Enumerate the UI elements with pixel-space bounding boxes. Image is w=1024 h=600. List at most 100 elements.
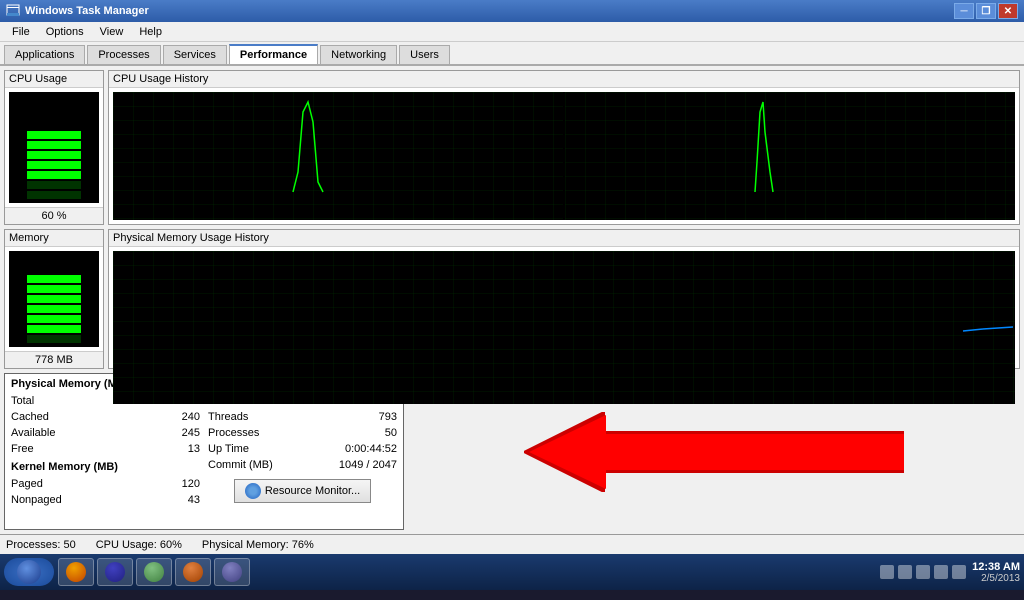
kernel-nonpaged-value: 43	[188, 492, 200, 508]
restore-button[interactable]: ❐	[976, 3, 996, 19]
system-processes-label: Processes	[208, 425, 259, 441]
kernel-memory-title: Kernel Memory (MB)	[11, 461, 200, 473]
system-threads-value: 793	[379, 409, 397, 425]
taskbar-ub[interactable]	[97, 558, 133, 586]
media-icon	[222, 562, 242, 582]
cpu-seg-1	[27, 191, 81, 199]
cpu-seg-4	[27, 161, 81, 169]
taskbar-paint[interactable]	[175, 558, 211, 586]
taskbar-firefox[interactable]	[58, 558, 94, 586]
clock-date: 2/5/2013	[972, 573, 1020, 584]
cpu-seg-5	[27, 151, 81, 159]
cpu-graph-left	[113, 92, 563, 220]
phys-free-label: Free	[11, 441, 34, 457]
red-arrow-svg	[524, 412, 904, 492]
tray-speaker-icon[interactable]	[934, 565, 948, 579]
cpu-seg-2	[27, 181, 81, 189]
mem-seg-3	[27, 315, 81, 323]
tab-applications[interactable]: Applications	[4, 45, 85, 64]
resource-monitor-icon	[245, 483, 261, 499]
system-threads-row: Threads 793	[208, 409, 397, 425]
cpu-grid-left-svg	[113, 92, 563, 220]
phys-free-row: Free 13	[11, 441, 200, 457]
tab-services[interactable]: Services	[163, 45, 227, 64]
cpu-percent-label: 60 %	[5, 207, 103, 224]
cpu-history-title: CPU Usage History	[109, 71, 1019, 88]
cpu-gauge-title: CPU Usage	[5, 71, 103, 88]
mem-seg-2	[27, 325, 81, 333]
phys-available-row: Available 245	[11, 425, 200, 441]
taskbar-media[interactable]	[214, 558, 250, 586]
phys-cached-value: 240	[182, 409, 200, 425]
memory-gauge-title: Memory	[5, 230, 103, 247]
desktop-icon	[144, 562, 164, 582]
memory-history-panel: Physical Memory Usage History	[108, 229, 1020, 369]
cpu-graph-right	[565, 92, 1015, 220]
cpu-grid-right-svg	[565, 92, 1015, 220]
cpu-seg-6	[27, 141, 81, 149]
kernel-nonpaged-row: Nonpaged 43	[11, 492, 200, 508]
resource-monitor-area: Resource Monitor...	[208, 479, 397, 503]
tab-networking[interactable]: Networking	[320, 45, 397, 64]
phys-free-value: 13	[188, 441, 200, 457]
tab-processes[interactable]: Processes	[87, 45, 160, 64]
memory-bar-segments	[27, 275, 81, 343]
memory-gauge-panel: Memory 778 MB	[4, 229, 104, 369]
menu-options[interactable]: Options	[38, 24, 92, 40]
system-processes-row: Processes 50	[208, 425, 397, 441]
clock-time: 12:38 AM	[972, 561, 1020, 573]
arrow-annotation-area	[408, 373, 1020, 530]
main-content: CPU Usage 60 % CPU Usage History	[0, 66, 1024, 534]
cpu-row: CPU Usage 60 % CPU Usage History	[4, 70, 1020, 225]
system-processes-value: 50	[385, 425, 397, 441]
clock-area: 12:38 AM 2/5/2013	[972, 561, 1020, 584]
resource-monitor-button[interactable]: Resource Monitor...	[234, 479, 371, 503]
memory-history-title: Physical Memory Usage History	[109, 230, 1019, 247]
system-commit-label: Commit (MB)	[208, 457, 273, 473]
menu-view[interactable]: View	[92, 24, 132, 40]
kernel-nonpaged-label: Nonpaged	[11, 492, 62, 508]
title-bar: Windows Task Manager ─ ❐ ✕	[0, 0, 1024, 22]
system-uptime-row: Up Time 0:00:44:52	[208, 441, 397, 457]
tray-network2-icon[interactable]	[952, 565, 966, 579]
taskbar-desktop[interactable]	[136, 558, 172, 586]
menu-file[interactable]: File	[4, 24, 38, 40]
tray-battery-icon[interactable]	[916, 565, 930, 579]
cpu-seg-3	[27, 171, 81, 179]
paint-icon	[183, 562, 203, 582]
status-bar: Processes: 50 CPU Usage: 60% Physical Me…	[0, 534, 1024, 554]
memory-mb-label: 778 MB	[5, 351, 103, 368]
memory-gauge-graph	[9, 251, 99, 347]
status-processes: Processes: 50	[6, 539, 96, 551]
tab-users[interactable]: Users	[399, 45, 450, 64]
minimize-button[interactable]: ─	[954, 3, 974, 19]
system-threads-label: Threads	[208, 409, 248, 425]
memory-row: Memory 778 MB Physical Memory Usage Hist…	[4, 229, 1020, 369]
cpu-history-panel: CPU Usage History	[108, 70, 1020, 225]
cpu-gauge-graph	[9, 92, 99, 203]
kernel-paged-row: Paged 120	[11, 476, 200, 492]
tab-performance[interactable]: Performance	[229, 44, 318, 64]
mem-seg-7	[27, 275, 81, 283]
cpu-history-graph	[113, 92, 1015, 220]
phys-total-label: Total	[11, 393, 34, 409]
ub-icon	[105, 562, 125, 582]
phys-available-label: Available	[11, 425, 55, 441]
tray-icons	[880, 565, 966, 579]
close-button[interactable]: ✕	[998, 3, 1018, 19]
cpu-gauge-panel: CPU Usage 60 %	[4, 70, 104, 225]
tray-volume-icon[interactable]	[898, 565, 912, 579]
tray-network-icon[interactable]	[880, 565, 894, 579]
menu-bar: File Options View Help	[0, 22, 1024, 42]
system-commit-value: 1049 / 2047	[339, 457, 397, 473]
app-title: Windows Task Manager	[25, 5, 149, 17]
mem-seg-6	[27, 285, 81, 293]
window-controls[interactable]: ─ ❐ ✕	[954, 3, 1018, 19]
firefox-icon	[66, 562, 86, 582]
menu-help[interactable]: Help	[131, 24, 170, 40]
status-cpu: CPU Usage: 60%	[96, 539, 202, 551]
start-button[interactable]	[4, 558, 54, 586]
system-tray: 12:38 AM 2/5/2013	[880, 561, 1020, 584]
mem-seg-1	[27, 335, 81, 343]
phys-cached-row: Cached 240	[11, 409, 200, 425]
